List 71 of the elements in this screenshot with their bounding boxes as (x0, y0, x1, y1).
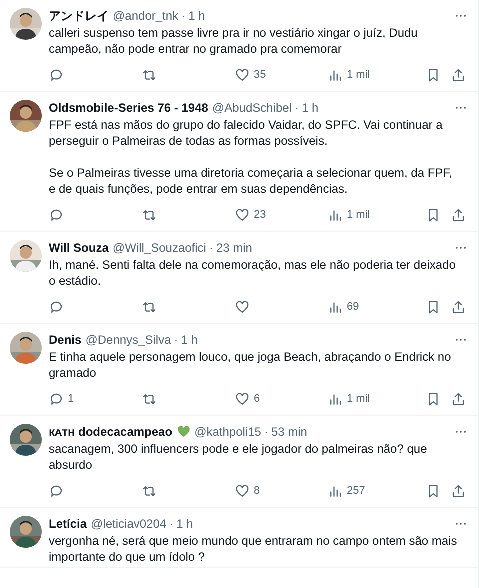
post-time[interactable]: 1 h (188, 8, 206, 24)
bookmark-icon[interactable] (426, 392, 441, 406)
repost-icon[interactable] (142, 68, 157, 82)
bar-chart-icon[interactable] (328, 392, 343, 406)
reply-icon[interactable] (49, 68, 64, 82)
like-count: 35 (254, 68, 266, 83)
like-count: 6 (254, 392, 260, 407)
author-name[interactable]: Oldsmobile-Series 76 - 1948 (49, 100, 208, 116)
bookmark-icon[interactable] (426, 300, 441, 314)
separator-dot: · (174, 332, 178, 348)
views-count: 257 (347, 484, 366, 499)
bar-chart-icon[interactable] (328, 300, 343, 314)
share-icon[interactable] (451, 68, 466, 82)
bar-chart-icon[interactable] (328, 208, 343, 222)
author-name[interactable]: Will Souza (49, 240, 109, 256)
reply-icon[interactable] (49, 208, 64, 222)
share-icon[interactable] (451, 208, 466, 222)
author-handle[interactable]: @kathpoli15 (194, 424, 262, 440)
heart-icon[interactable] (235, 68, 250, 82)
repost-icon[interactable] (142, 484, 157, 498)
heart-icon[interactable] (235, 392, 250, 406)
separator-dot: · (264, 424, 268, 440)
heart-icon[interactable] (235, 300, 250, 314)
views-count: 1 mil (347, 208, 370, 223)
post-text: vergonha né, será que meio mundo que entraram no campo ontem são mais importante do que um ídolo ? (49, 533, 458, 565)
views-count: 1 mil (347, 392, 370, 407)
reply-count: 1 (68, 392, 74, 407)
bookmark-icon[interactable] (426, 68, 441, 82)
author-handle[interactable]: @AbudSchibel (212, 100, 292, 116)
reply-icon[interactable] (49, 484, 64, 498)
separator-dot: · (182, 8, 186, 24)
share-icon[interactable] (451, 300, 466, 314)
post-text: Ih, mané. Senti falta dele na comemoração, mas ele não poderia ter deixado o estádio. (49, 257, 457, 289)
like-count: 8 (254, 484, 260, 499)
reply-icon[interactable] (49, 300, 64, 314)
post-text: sacanagem, 300 influencers pode e ele jogador do palmeiras não? que absurdo (49, 441, 428, 473)
author-name[interactable]: Letícia (49, 516, 88, 532)
author-handle[interactable]: @andor_tnk (113, 8, 179, 24)
heart-icon[interactable] (235, 484, 250, 498)
separator-dot: · (170, 516, 174, 532)
reply-icon[interactable] (49, 392, 64, 406)
separator-dot: · (295, 100, 299, 116)
repost-icon[interactable] (142, 392, 157, 406)
views-count: 69 (347, 300, 360, 315)
bar-chart-icon[interactable] (328, 68, 343, 82)
views-count: 1 mil (347, 68, 370, 83)
post-time[interactable]: 1 h (176, 516, 194, 532)
post-time[interactable]: 1 h (181, 332, 198, 348)
bookmark-icon[interactable] (426, 484, 441, 498)
bookmark-icon[interactable] (426, 208, 441, 222)
separator-dot: · (209, 240, 214, 256)
post-time[interactable]: 1 h (302, 100, 319, 116)
author-name[interactable]: アンドレイ (49, 8, 109, 24)
post-text: E tinha aquele personagem louco, que joga Beach, abraçando o Endrick no gramado (49, 349, 452, 381)
post-text: calleri suspenso tem passe livre pra ir no vestiário xingar o juíz, Dudu campeão, não pode entrar no gramado pra comemorar (49, 25, 419, 57)
author-handle[interactable]: @leticiav0204 (91, 516, 167, 532)
author-handle[interactable]: @Will_Souzaofici (112, 240, 206, 256)
repost-icon[interactable] (142, 300, 157, 314)
author-name[interactable]: кᴀᴛʜ dodecacampeao (49, 424, 173, 440)
heart-icon[interactable] (235, 208, 250, 222)
share-icon[interactable] (451, 392, 466, 406)
author-name[interactable]: Denis (49, 332, 82, 348)
share-icon[interactable] (451, 484, 466, 498)
post-time[interactable]: 23 min (216, 240, 252, 256)
like-count: 23 (254, 208, 266, 223)
repost-icon[interactable] (142, 208, 157, 222)
bar-chart-icon[interactable] (328, 484, 343, 498)
author-handle[interactable]: @Dennys_Silva (86, 332, 172, 348)
post-text: FPF está nas mãos do grupo do falecido Vaidar, do SPFC. Vai continuar a perseguir o Palmeiras de todas as formas possíveis. (49, 117, 444, 149)
post-time[interactable]: 53 min (271, 424, 308, 440)
post-text: Se o Palmeiras tivesse uma diretoria começaria a selecionar quem, da FPF, e de quais funções, pode entrar em suas dependências. (49, 165, 454, 197)
